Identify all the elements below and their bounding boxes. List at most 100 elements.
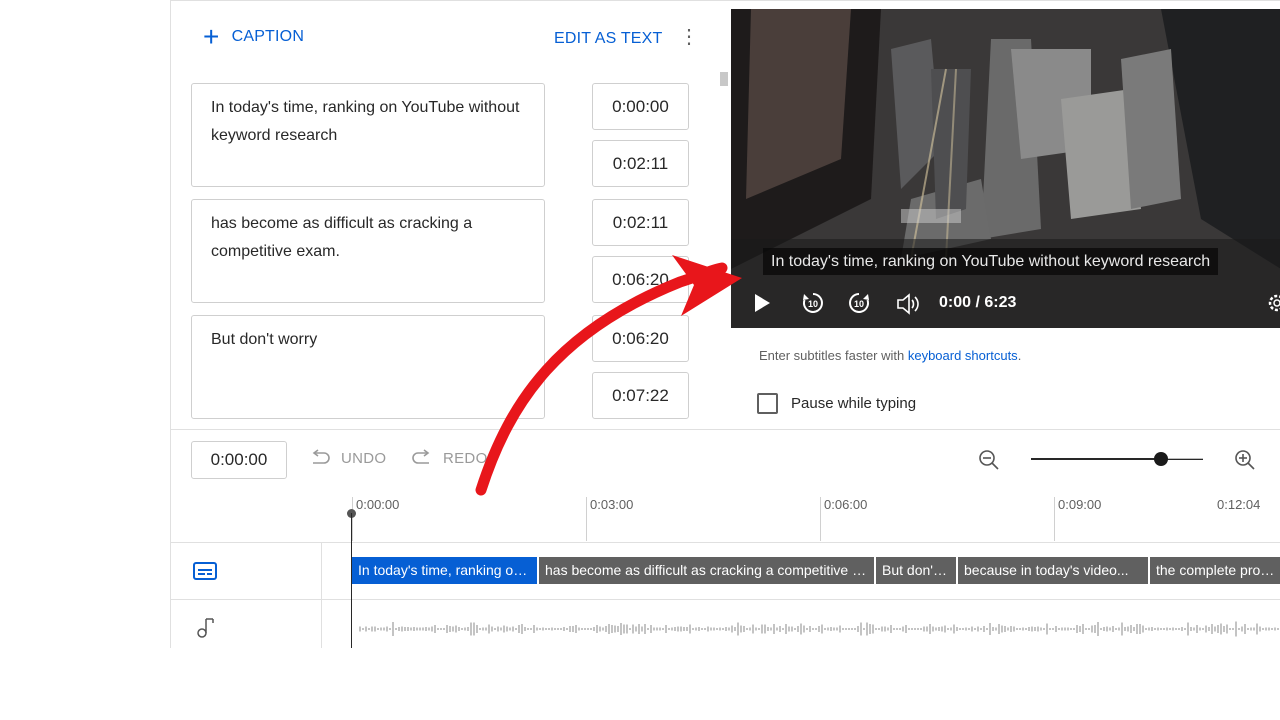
redo-icon bbox=[412, 449, 430, 464]
subtitle-segment[interactable]: the complete process bbox=[1150, 557, 1280, 584]
waveform-bar bbox=[461, 628, 463, 630]
waveform-bar bbox=[818, 626, 820, 632]
waveform-bar bbox=[599, 626, 601, 632]
caption-scrollbar[interactable] bbox=[719, 67, 729, 427]
caption-text-field[interactable]: In today's time, ranking on YouTube with… bbox=[191, 83, 545, 187]
waveform-bar bbox=[413, 627, 415, 631]
waveform-bar bbox=[545, 628, 547, 630]
waveform-bar bbox=[860, 622, 862, 636]
rewind-10-icon[interactable]: 10 bbox=[801, 291, 825, 315]
waveform-bar bbox=[488, 624, 490, 634]
redo-label: REDO bbox=[443, 449, 488, 467]
caption-end-time[interactable]: 0:02:11 bbox=[592, 140, 689, 187]
waveform-bar bbox=[920, 628, 922, 630]
waveform-bar bbox=[815, 628, 817, 630]
waveform-bar bbox=[881, 626, 883, 632]
waveform-bar bbox=[368, 628, 370, 630]
waveform-bar bbox=[590, 628, 592, 630]
waveform-bar bbox=[725, 627, 727, 631]
caption-text-field[interactable]: has become as difficult as cracking a co… bbox=[191, 199, 545, 303]
caption-start-time[interactable]: 0:06:20 bbox=[592, 315, 689, 362]
waveform-bar bbox=[1154, 628, 1156, 630]
waveform-bar bbox=[1187, 622, 1189, 636]
volume-icon[interactable] bbox=[896, 293, 920, 315]
waveform-bar bbox=[1139, 624, 1141, 634]
caption-text-field[interactable]: But don't worry bbox=[191, 315, 545, 419]
waveform-bar bbox=[497, 626, 499, 632]
zoom-slider[interactable] bbox=[1031, 458, 1203, 460]
waveform-bar bbox=[944, 625, 946, 633]
waveform-bar bbox=[758, 628, 760, 630]
waveform-bar bbox=[842, 628, 844, 630]
waveform-bar bbox=[1112, 626, 1114, 632]
forward-10-icon[interactable]: 10 bbox=[847, 291, 871, 315]
waveform-bar bbox=[1181, 627, 1183, 631]
waveform-bar bbox=[1232, 628, 1234, 630]
waveform-bar bbox=[386, 626, 388, 632]
pause-while-typing-checkbox[interactable] bbox=[757, 393, 778, 414]
zoom-out-icon[interactable] bbox=[977, 448, 1001, 472]
zoom-slider-thumb[interactable] bbox=[1154, 452, 1168, 466]
waveform-bar bbox=[1190, 627, 1192, 631]
waveform-bar bbox=[440, 628, 442, 630]
waveform-bar bbox=[1067, 627, 1069, 631]
more-vert-icon[interactable]: ⋮ bbox=[679, 27, 699, 47]
settings-icon[interactable] bbox=[1267, 293, 1280, 313]
video-player[interactable]: In today's time, ranking on YouTube with… bbox=[731, 9, 1280, 328]
caption-end-time[interactable]: 0:06:20 bbox=[592, 256, 689, 303]
waveform-bar bbox=[1025, 628, 1027, 630]
hint-text: Enter subtitles faster with bbox=[759, 348, 908, 363]
subtitle-segment[interactable]: has become as difficult as cracking a co… bbox=[539, 557, 874, 584]
waveform-bar bbox=[857, 626, 859, 632]
add-caption-button[interactable]: + CAPTION bbox=[203, 23, 304, 51]
waveform-bar bbox=[932, 626, 934, 632]
undo-button[interactable]: UNDO bbox=[309, 449, 386, 467]
redo-button[interactable]: REDO bbox=[411, 449, 488, 467]
waveform-bar bbox=[665, 625, 667, 633]
waveform-bar bbox=[620, 623, 622, 635]
waveform-bar bbox=[809, 626, 811, 632]
waveform-bar bbox=[542, 627, 544, 631]
waveform-bar bbox=[500, 627, 502, 631]
waveform-bar bbox=[950, 627, 952, 631]
waveform-bar bbox=[1214, 626, 1216, 632]
waveform-bar bbox=[737, 622, 739, 636]
waveform-bar bbox=[1253, 627, 1255, 631]
waveform-bar bbox=[1061, 627, 1063, 631]
waveform-bar bbox=[359, 626, 361, 632]
waveform-bar bbox=[1049, 628, 1051, 630]
waveform-bar bbox=[524, 627, 526, 631]
keyboard-shortcuts-link[interactable]: keyboard shortcuts bbox=[908, 348, 1018, 363]
waveform-bar bbox=[1064, 627, 1066, 631]
waveform-bar bbox=[1148, 627, 1150, 631]
caption-start-time[interactable]: 0:02:11 bbox=[592, 199, 689, 246]
waveform-bar bbox=[1202, 628, 1204, 630]
playhead[interactable] bbox=[351, 513, 352, 648]
waveform-bar bbox=[1178, 628, 1180, 630]
zoom-in-icon[interactable] bbox=[1233, 448, 1257, 472]
waveform-bar bbox=[782, 628, 784, 630]
subtitle-segment[interactable]: because in today's video... bbox=[958, 557, 1148, 584]
waveform-bar bbox=[1010, 626, 1012, 632]
caption-end-time[interactable]: 0:07:22 bbox=[592, 372, 689, 419]
play-icon[interactable] bbox=[753, 293, 771, 313]
waveform-bar bbox=[968, 628, 970, 630]
waveform-bar bbox=[977, 626, 979, 632]
caption-start-time[interactable]: 0:00:00 bbox=[592, 83, 689, 130]
waveform-bar bbox=[410, 627, 412, 631]
waveform-bar bbox=[635, 626, 637, 632]
waveform-bar bbox=[659, 627, 661, 631]
waveform-bar bbox=[1172, 627, 1174, 631]
scrollbar-thumb[interactable] bbox=[720, 72, 728, 86]
subtitle-segment[interactable]: But don't worry bbox=[876, 557, 956, 584]
edit-as-text-button[interactable]: EDIT AS TEXT bbox=[554, 30, 663, 48]
waveform-bar bbox=[362, 628, 364, 630]
waveform-bar bbox=[1022, 627, 1024, 631]
waveform-bar bbox=[1115, 628, 1117, 630]
waveform-bar bbox=[749, 627, 751, 631]
waveform-bar bbox=[1037, 626, 1039, 632]
subtitle-segment[interactable]: In today's time, ranking on YouTube with… bbox=[352, 557, 537, 584]
current-time-input[interactable]: 0:00:00 bbox=[191, 441, 287, 479]
waveform-bar bbox=[947, 628, 949, 630]
pause-while-typing-option[interactable]: Pause while typing bbox=[757, 393, 916, 414]
